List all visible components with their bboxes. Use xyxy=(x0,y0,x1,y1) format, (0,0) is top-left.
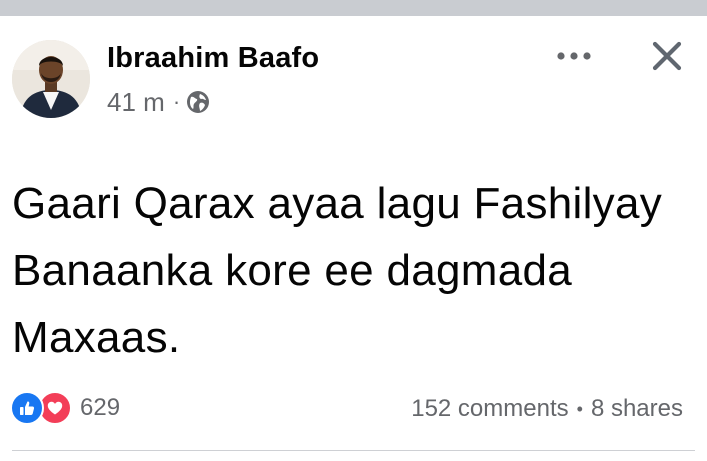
post-time[interactable]: 41 m xyxy=(107,87,165,118)
more-options-button[interactable] xyxy=(552,38,596,74)
avatar-photo xyxy=(12,40,90,118)
post-text: Gaari Qarax ayaa lagu Fashilyay Banaanka… xyxy=(12,179,663,362)
engagement-stats: 152 comments • 8 shares xyxy=(411,394,683,424)
close-icon xyxy=(652,41,682,71)
stats-separator: • xyxy=(576,398,583,419)
top-strip xyxy=(0,0,707,16)
reactions-summary[interactable]: 629 xyxy=(10,391,121,425)
globe-icon[interactable] xyxy=(186,90,210,114)
close-button[interactable] xyxy=(645,36,689,76)
post-meta: 41 m · xyxy=(107,87,210,118)
more-options-icon xyxy=(557,52,591,60)
meta-separator: · xyxy=(172,89,181,114)
author-name[interactable]: Ibraahim Baafo xyxy=(107,42,319,75)
shares-count-link[interactable]: 8 shares xyxy=(591,395,683,423)
avatar[interactable] xyxy=(12,40,90,118)
comments-count-link[interactable]: 152 comments xyxy=(411,395,568,423)
reaction-count: 629 xyxy=(80,394,121,421)
like-icon xyxy=(10,391,44,425)
post-card: Ibraahim Baafo 41 m · Gaari Qarax ayaa l… xyxy=(0,16,707,461)
divider xyxy=(12,450,695,451)
